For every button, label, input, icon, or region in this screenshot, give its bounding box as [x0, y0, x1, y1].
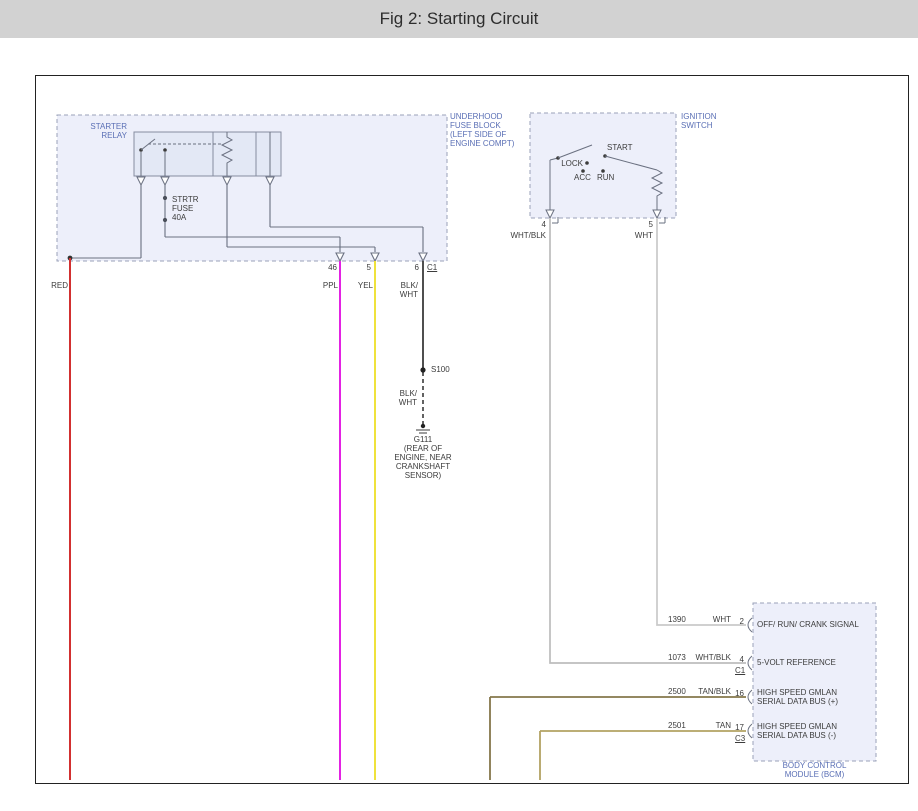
- ground-label-line: (REAR OF: [383, 444, 463, 453]
- bcm-circuit-number: 2501: [668, 721, 686, 730]
- bcm-label-line: MODULE (BCM): [754, 770, 875, 779]
- bcm-wire-color: TAN: [716, 721, 731, 730]
- wire-label-ppl: PPL: [323, 281, 338, 290]
- wire-label-wht: WHT: [635, 231, 653, 240]
- wire-label-line: BLK/: [399, 389, 417, 398]
- bcm-label: BODY CONTROL MODULE (BCM): [754, 761, 875, 779]
- fuse-block-connector-c1: C1: [427, 263, 437, 272]
- bcm-pin-number: 16: [735, 689, 744, 698]
- ignition-switch-symbol: [530, 113, 676, 223]
- ignition-pos-start: START: [607, 143, 632, 152]
- bcm-signal-line: SERIAL DATA BUS (-): [757, 731, 837, 740]
- ground-label-line: ENGINE, NEAR: [383, 453, 463, 462]
- fuse-block-pin-6: 6: [415, 263, 419, 272]
- bcm-circuit-number: 1390: [668, 615, 686, 624]
- ignition-pin-4: 4: [542, 220, 546, 229]
- wire-label-line: BLK/: [400, 281, 418, 290]
- bcm-wire-color: WHT/BLK: [695, 653, 731, 662]
- splice-s100-dot: [420, 367, 425, 372]
- wire-label-line: WHT: [399, 398, 417, 407]
- strtr-fuse-label-line: STRTR: [172, 195, 199, 204]
- ground-g111-dot: [421, 424, 425, 428]
- bcm-signal: OFF/ RUN/ CRANK SIGNAL: [757, 620, 859, 629]
- bcm-signal-line: SERIAL DATA BUS (+): [757, 697, 838, 706]
- ground-g111-label: G111 (REAR OF ENGINE, NEAR CRANKSHAFT SE…: [383, 435, 463, 480]
- bcm-connector: C3: [735, 734, 745, 743]
- bcm-connector: C1: [735, 666, 745, 675]
- bcm-pin-number: 4: [740, 655, 744, 664]
- wire-label-red: RED: [51, 281, 68, 290]
- starter-relay-label-line: RELAY: [90, 131, 127, 140]
- bcm-circuit-number: 1073: [668, 653, 686, 662]
- wire-label-blk-wht-upper: BLK/ WHT: [400, 281, 418, 299]
- fuse-end-dot: [163, 196, 167, 200]
- bcm-signal: HIGH SPEED GMLAN SERIAL DATA BUS (-): [757, 722, 837, 740]
- ignition-pin-5: 5: [649, 220, 653, 229]
- ignition-pos-lock: LOCK: [561, 159, 583, 168]
- fuse-block-pin-46: 46: [328, 263, 337, 272]
- fuse-end-dot: [163, 218, 167, 222]
- wire-label-line: WHT: [400, 290, 418, 299]
- ignition-pos-acc: ACC: [574, 173, 591, 182]
- underhood-fuse-block-label: UNDERHOOD FUSE BLOCK (LEFT SIDE OF ENGIN…: [450, 112, 514, 148]
- wire-label-wht-blk: WHT/BLK: [510, 231, 546, 240]
- underhood-label-line: UNDERHOOD: [450, 112, 514, 121]
- ground-label-line: CRANKSHAFT: [383, 462, 463, 471]
- underhood-label-line: FUSE BLOCK: [450, 121, 514, 130]
- strtr-fuse-label-line: FUSE: [172, 204, 199, 213]
- ignition-label-line: SWITCH: [681, 121, 717, 130]
- bcm-wire-color: WHT: [713, 615, 731, 624]
- bcm-signal-line: HIGH SPEED GMLAN: [757, 722, 837, 731]
- ground-label-line: SENSOR): [383, 471, 463, 480]
- bcm-wire-color: TAN/BLK: [698, 687, 731, 696]
- bcm-circuit-number: 2500: [668, 687, 686, 696]
- starter-relay-label: STARTER RELAY: [90, 122, 127, 140]
- lock-contact-dot: [585, 161, 589, 165]
- relay-contact-dot: [163, 148, 167, 152]
- ignition-pos-run: RUN: [597, 173, 614, 182]
- bcm-pin-number: 17: [735, 723, 744, 732]
- wire-label-yel: YEL: [358, 281, 373, 290]
- starter-relay-label-line: STARTER: [90, 122, 127, 131]
- bcm-signal: 5-VOLT REFERENCE: [757, 658, 836, 667]
- bcm-signal: HIGH SPEED GMLAN SERIAL DATA BUS (+): [757, 688, 838, 706]
- fuse-block-pin-5: 5: [367, 263, 371, 272]
- ignition-label-line: IGNITION: [681, 112, 717, 121]
- ignition-switch-label: IGNITION SWITCH: [681, 112, 717, 130]
- ground-label-line: G111: [383, 435, 463, 444]
- bcm-signal-line: HIGH SPEED GMLAN: [757, 688, 838, 697]
- strtr-fuse-label: STRTR FUSE 40A: [172, 195, 199, 222]
- wire-label-blk-wht-lower: BLK/ WHT: [399, 389, 417, 407]
- underhood-label-line: (LEFT SIDE OF: [450, 130, 514, 139]
- splice-s100-label: S100: [431, 365, 450, 374]
- underhood-label-line: ENGINE COMPT): [450, 139, 514, 148]
- strtr-fuse-label-line: 40A: [172, 213, 199, 222]
- figure-viewer: Fig 2: Starting Circuit: [0, 0, 918, 811]
- bcm-pin-number: 2: [740, 617, 744, 626]
- bcm-label-line: BODY CONTROL: [754, 761, 875, 770]
